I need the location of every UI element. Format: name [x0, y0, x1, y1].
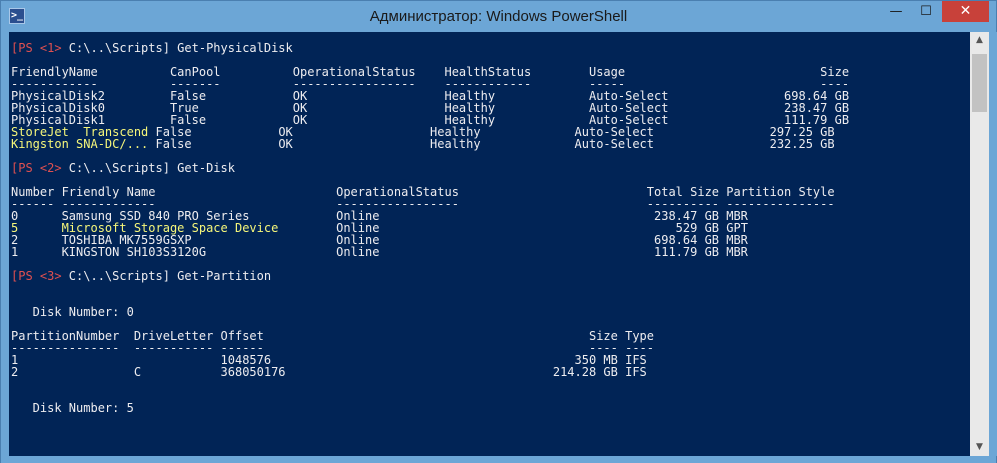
line-text: Disk Number: 0 [11, 305, 134, 319]
line-text: C:\..\Scripts] Get-Partition [68, 269, 272, 283]
console-line: Disk Number: 0 [11, 306, 849, 318]
highlighted-text: Kingston SNA-DC/... [11, 137, 156, 151]
scrollbar-thumb[interactable] [972, 54, 987, 112]
prompt-marker: [PS <1> [11, 41, 69, 55]
scroll-up-arrow-icon[interactable]: ▲ [970, 32, 989, 49]
console-line: 1 KINGSTON SH103S3120G Online 111.79 GB … [11, 246, 849, 258]
console-text: [PS <1> C:\..\Scripts] Get-PhysicalDisk F… [11, 42, 849, 414]
line-text: C:\..\Scripts] Get-Disk [68, 161, 235, 175]
powershell-window: >_ Администратор: Windows PowerShell — ☐… [0, 0, 997, 463]
console-line: Kingston SNA-DC/... False OK Healthy Aut… [11, 138, 849, 150]
line-text: Disk Number: 5 [11, 401, 134, 415]
scroll-down-arrow-icon[interactable]: ▼ [970, 439, 989, 456]
line-text: False OK Healthy Auto-Select 232.25 GB [155, 137, 835, 151]
console-line: [PS <3> C:\..\Scripts] Get-Partition [11, 270, 849, 282]
window-title: Администратор: Windows PowerShell [369, 8, 628, 25]
title-bar[interactable]: >_ Администратор: Windows PowerShell — ☐… [1, 1, 996, 32]
line-text: C:\..\Scripts] Get-PhysicalDisk [68, 41, 293, 55]
console-line: [PS <2> C:\..\Scripts] Get-Disk [11, 162, 849, 174]
window-border-right [989, 32, 997, 456]
vertical-scrollbar[interactable]: ▲ ▼ [970, 32, 989, 456]
window-border-bottom [1, 456, 996, 463]
console-line: 2 C 368050176 214.28 GB IFS [11, 366, 849, 378]
minimize-button[interactable]: — [881, 1, 911, 22]
prompt-marker: [PS <3> [11, 269, 69, 283]
prompt-marker: [PS <2> [11, 161, 69, 175]
console-line: Disk Number: 5 [11, 402, 849, 414]
close-button[interactable]: ✕ [942, 1, 989, 22]
maximize-button[interactable]: ☐ [911, 1, 941, 22]
line-text: 1 KINGSTON SH103S3120G Online 111.79 GB … [11, 245, 748, 259]
console-output[interactable]: [PS <1> C:\..\Scripts] Get-PhysicalDisk F… [9, 32, 970, 456]
line-text: 2 C 368050176 214.28 GB IFS [11, 365, 647, 379]
console-line: [PS <1> C:\..\Scripts] Get-PhysicalDisk [11, 42, 849, 54]
